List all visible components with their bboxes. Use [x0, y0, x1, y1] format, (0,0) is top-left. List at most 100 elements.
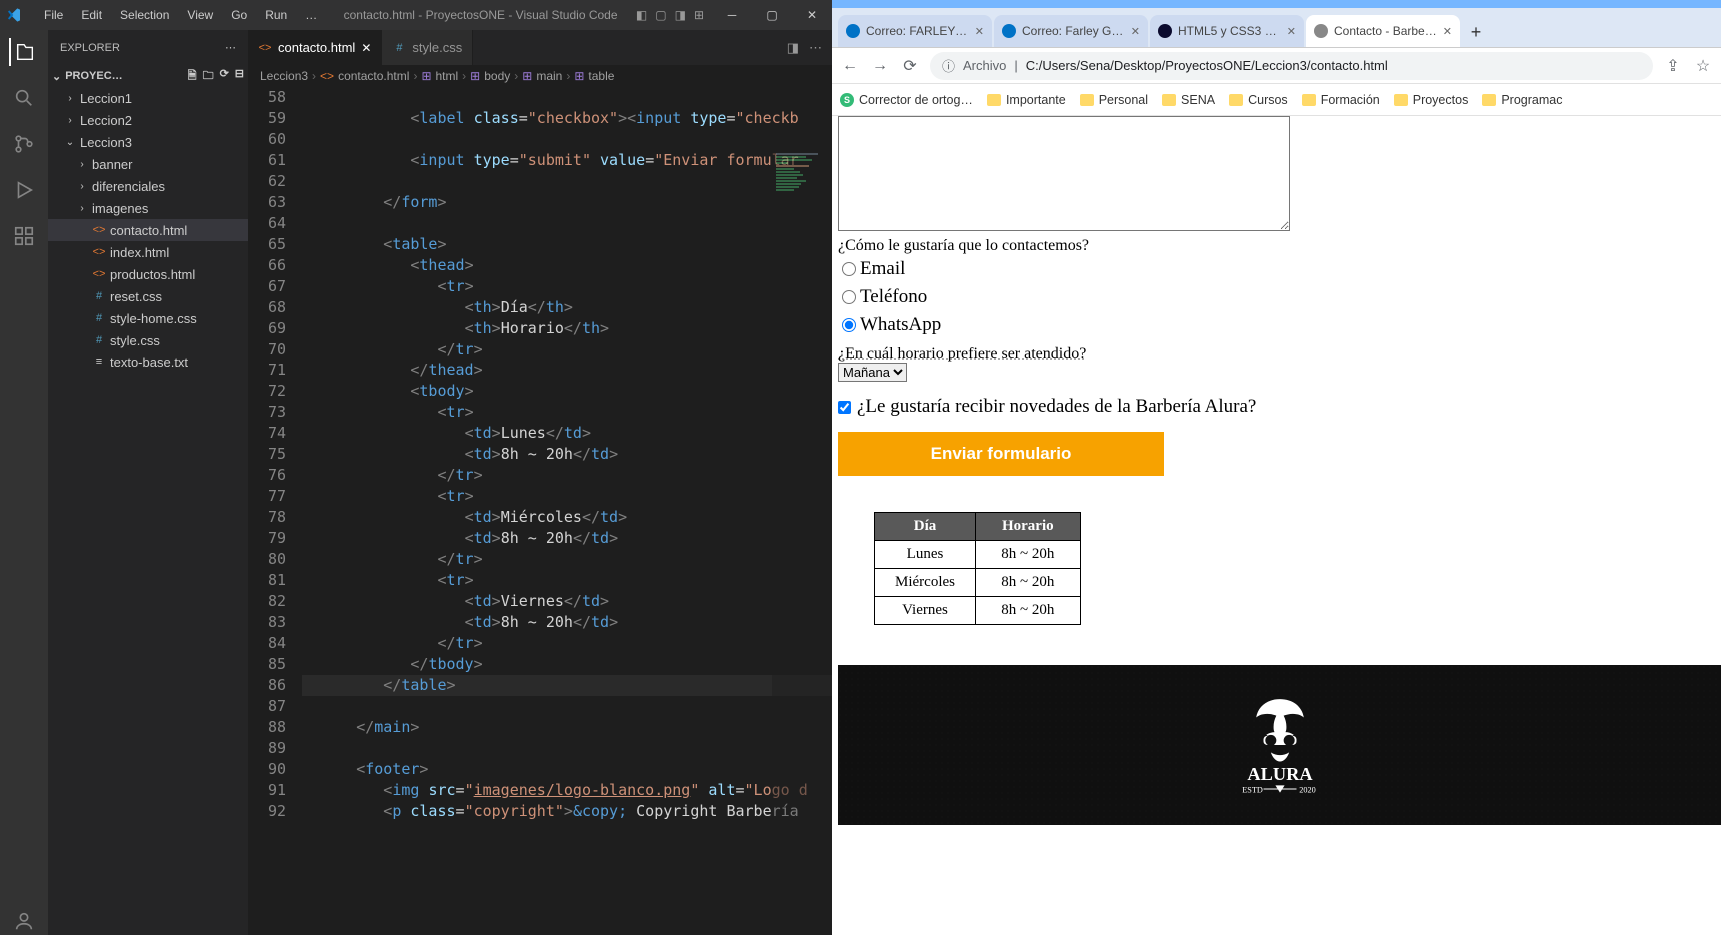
project-section[interactable]: ⌄ PROYEC… 🗎 🗀 ⟳ ⊟ [48, 65, 248, 87]
minimize-button[interactable]: ─ [712, 8, 752, 22]
site-info-icon[interactable]: ⓘ [942, 56, 955, 75]
activity-bar [0, 30, 48, 935]
bookmark-item[interactable]: Programac [1482, 93, 1562, 107]
new-tab-button[interactable]: + [1462, 22, 1490, 47]
folder-item[interactable]: ›imagenes [48, 197, 248, 219]
contact-radio[interactable] [842, 290, 856, 304]
breadcrumb-item[interactable]: contacto.html [338, 69, 409, 83]
contact-radio[interactable] [842, 318, 856, 332]
browser-tab[interactable]: HTML5 y CSS3 parte✕ [1150, 15, 1304, 47]
vscode-titlebar: File Edit Selection View Go Run … contac… [0, 0, 832, 30]
contact-radio[interactable] [842, 262, 856, 276]
bookmark-item[interactable]: Formación [1302, 93, 1380, 107]
more-actions-icon[interactable]: ⋯ [809, 40, 822, 56]
breadcrumb-item[interactable]: main [536, 69, 562, 83]
folder-item[interactable]: ›banner [48, 153, 248, 175]
project-name: PROYEC… [65, 70, 122, 82]
breadcrumb-item[interactable]: html [436, 69, 459, 83]
table-row: Lunes8h ~ 20h [875, 541, 1081, 569]
breadcrumb-item[interactable]: table [588, 69, 614, 83]
file-item[interactable]: #style-home.css [48, 307, 248, 329]
file-item[interactable]: <>productos.html [48, 263, 248, 285]
breadcrumb-item[interactable]: Leccion3 [260, 69, 308, 83]
browser-tab[interactable]: Correo: FARLEY GO✕ [838, 15, 992, 47]
forward-button[interactable]: → [870, 57, 890, 75]
layout-icon[interactable]: ◨ [675, 8, 686, 22]
close-button[interactable]: ✕ [792, 8, 832, 22]
tab-style[interactable]: # style.css [382, 30, 473, 65]
breadcrumb[interactable]: Leccion3› <> contacto.html› ⊞ html› ⊞ bo… [248, 65, 832, 87]
bookmark-item[interactable]: SENA [1162, 93, 1215, 107]
refresh-icon[interactable]: ⟳ [220, 67, 229, 86]
close-tab-icon[interactable]: ✕ [1287, 25, 1296, 38]
explorer-more-icon[interactable]: ⋯ [225, 41, 236, 54]
close-tab-icon[interactable]: ✕ [1131, 25, 1140, 38]
file-item[interactable]: ≡texto-base.txt [48, 351, 248, 373]
extensions-icon[interactable] [10, 222, 38, 250]
file-item[interactable]: #reset.css [48, 285, 248, 307]
explorer-icon[interactable] [9, 38, 37, 66]
bookmark-item[interactable]: SCorrector de ortog… [840, 93, 973, 107]
code-editor[interactable]: 5859606162636465666768697071727374757677… [248, 87, 832, 935]
submit-button[interactable]: Enviar formulario [838, 432, 1164, 476]
contact-radio-row[interactable]: Teléfono [838, 283, 1721, 311]
close-tab-icon[interactable]: ✕ [361, 41, 371, 55]
newsletter-checkbox-row[interactable]: ¿Le gustaría recibir novedades de la Bar… [838, 396, 1721, 418]
accounts-icon[interactable] [10, 907, 38, 935]
layout-icon[interactable]: ▢ [655, 8, 666, 22]
maximize-button[interactable]: ▢ [752, 8, 792, 22]
bookmark-item[interactable]: Cursos [1229, 93, 1288, 107]
minimap[interactable] [772, 144, 832, 935]
bookmark-star-icon[interactable]: ☆ [1693, 56, 1713, 76]
newsletter-checkbox[interactable] [838, 401, 851, 414]
contact-radio-row[interactable]: Email [838, 255, 1721, 283]
run-debug-icon[interactable] [10, 176, 38, 204]
schedule-select[interactable]: Mañana [838, 363, 907, 382]
browser-tab[interactable]: Correo: Farley Giova✕ [994, 15, 1148, 47]
layout-icon[interactable]: ◧ [636, 8, 647, 22]
source-control-icon[interactable] [10, 130, 38, 158]
url-input[interactable]: ⓘ Archivo | C:/Users/Sena/Desktop/Proyec… [930, 52, 1653, 80]
new-file-icon[interactable]: 🗎 [188, 67, 197, 86]
folder-item[interactable]: ⌄Leccion3 [48, 131, 248, 153]
window-accent [832, 0, 1721, 8]
bookmark-item[interactable]: Importante [987, 93, 1066, 107]
tab-contacto[interactable]: <> contacto.html ✕ [248, 30, 382, 65]
share-icon[interactable]: ⇪ [1663, 56, 1683, 76]
menu-file[interactable]: File [36, 4, 71, 26]
file-item[interactable]: #style.css [48, 329, 248, 351]
layout-icon[interactable]: ⊞ [694, 8, 704, 22]
folder-icon [987, 94, 1001, 106]
contact-radio-row[interactable]: WhatsApp [838, 311, 1721, 339]
code-content[interactable]: <label class="checkbox"><input type="che… [302, 87, 832, 935]
folder-item[interactable]: ›Leccion2 [48, 109, 248, 131]
menu-run[interactable]: Run [257, 4, 295, 26]
layout-controls: ◧ ▢ ◨ ⊞ [636, 8, 704, 22]
close-tab-icon[interactable]: ✕ [1443, 25, 1452, 38]
menu-view[interactable]: View [179, 4, 221, 26]
close-tab-icon[interactable]: ✕ [975, 25, 984, 38]
search-icon[interactable] [10, 84, 38, 112]
breadcrumb-item[interactable]: body [484, 69, 510, 83]
menu-more[interactable]: … [297, 4, 325, 26]
bookmark-item[interactable]: Proyectos [1394, 93, 1469, 107]
new-folder-icon[interactable]: 🗀 [203, 67, 214, 86]
menu-go[interactable]: Go [223, 4, 255, 26]
split-editor-icon[interactable]: ◨ [787, 40, 799, 56]
svg-text:ESTD: ESTD [1242, 786, 1263, 795]
page-content: ¿Cómo le gustaría que lo contactemos? Em… [832, 116, 1721, 935]
bookmark-item[interactable]: Personal [1080, 93, 1148, 107]
reload-button[interactable]: ⟳ [900, 56, 920, 76]
menu-selection[interactable]: Selection [112, 4, 177, 26]
back-button[interactable]: ← [840, 57, 860, 75]
collapse-icon[interactable]: ⊟ [235, 67, 244, 86]
file-item[interactable]: <>index.html [48, 241, 248, 263]
browser-tab[interactable]: Contacto - Barbería✕ [1306, 15, 1460, 47]
menu-edit[interactable]: Edit [73, 4, 110, 26]
url-protocol: Archivo [963, 58, 1006, 73]
folder-item[interactable]: ›diferenciales [48, 175, 248, 197]
folder-item[interactable]: ›Leccion1 [48, 87, 248, 109]
file-item[interactable]: <>contacto.html [48, 219, 248, 241]
vscode-logo-icon [6, 7, 22, 23]
message-textarea[interactable] [838, 116, 1290, 231]
